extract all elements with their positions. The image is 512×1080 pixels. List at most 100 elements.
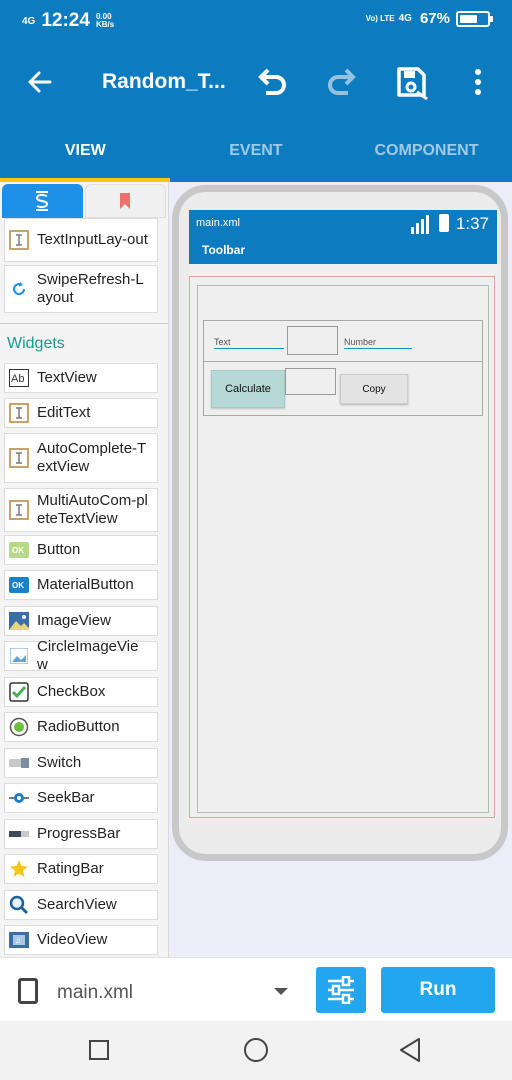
- status-time: 12:24: [41, 10, 90, 31]
- palette-item-seekbar[interactable]: SeekBar: [4, 783, 158, 813]
- palette-item-button[interactable]: OK Button: [4, 535, 158, 565]
- battery-percent: 67%: [419, 10, 450, 27]
- volte-indicator: Vo) LTE: [365, 13, 395, 23]
- palette-item-checkbox[interactable]: CheckBox: [4, 677, 158, 707]
- undo-icon[interactable]: [254, 64, 290, 100]
- signal-icon: [411, 215, 429, 234]
- nav-back-icon[interactable]: [398, 1037, 422, 1063]
- app-title: Random_T...: [102, 70, 226, 93]
- widget-palette[interactable]: TextInputLay-out SwipeRefresh-Layout Wid…: [0, 182, 169, 957]
- palette-item-videoview[interactable]: ♫ VideoView: [4, 925, 158, 955]
- refresh-icon: [9, 279, 29, 299]
- palette-divider: [0, 323, 168, 324]
- battery-icon: [456, 10, 493, 27]
- image-icon: [9, 611, 29, 631]
- tab-component-label: COMPONENT: [374, 142, 479, 159]
- preview-root-layout[interactable]: Text Number Calculate Copy: [189, 276, 495, 818]
- palette-section-title: Widgets: [7, 335, 65, 352]
- app-bar: Random_T...: [0, 44, 512, 120]
- palette-item-label: CheckBox: [37, 683, 106, 700]
- palette-icon: [36, 191, 49, 211]
- progressbar-icon: [9, 824, 29, 844]
- sliders-icon: [328, 976, 354, 1004]
- bookmark-icon: [120, 193, 131, 209]
- preview-text-field[interactable]: Text: [214, 337, 284, 349]
- textinput-icon: [9, 230, 29, 250]
- star-icon: [9, 859, 29, 879]
- checkbox-icon: [9, 682, 29, 702]
- palette-item-ratingbar[interactable]: RatingBar: [4, 854, 158, 884]
- palette-tab-bookmarks[interactable]: [84, 184, 166, 218]
- palette-item-label: Switch: [37, 754, 82, 771]
- preview-battery-icon: [439, 214, 449, 232]
- more-icon[interactable]: [466, 64, 490, 100]
- palette-item-label: RatingBar: [37, 860, 104, 877]
- preview-row-buttons[interactable]: Calculate Copy: [203, 362, 483, 416]
- palette-item-progressbar[interactable]: ProgressBar: [4, 819, 158, 849]
- chevron-down-icon[interactable]: [274, 988, 288, 995]
- palette-item-label: SearchView: [37, 896, 117, 913]
- palette-item-label: MaterialButton: [37, 576, 134, 593]
- edittext-icon: [9, 403, 29, 423]
- textview-icon: Ab: [9, 368, 29, 388]
- video-icon: ♫: [9, 930, 29, 950]
- recents-icon[interactable]: [89, 1040, 109, 1060]
- palette-item-label: SwipeRefresh-Layout: [37, 271, 144, 306]
- preview-status-bar: main.xml 1:37: [189, 210, 497, 236]
- system-nav-bar: [0, 1021, 512, 1080]
- tab-component[interactable]: COMPONENT: [341, 120, 512, 182]
- phone-screen: main.xml 1:37 Toolbar Text Number Calcul…: [189, 210, 497, 820]
- network-indicator: 4G: [22, 15, 36, 27]
- palette-item-label: CircleImageView: [37, 638, 139, 673]
- file-icon: [18, 978, 38, 1004]
- back-icon[interactable]: [22, 64, 58, 100]
- design-canvas[interactable]: main.xml 1:37 Toolbar Text Number Calcul…: [169, 182, 512, 957]
- palette-item-multiautocompletetextview[interactable]: MultiAutoCom-pleteTextView: [4, 488, 158, 532]
- materialbutton-icon: OK: [9, 575, 29, 595]
- palette-item-imageview[interactable]: ImageView: [4, 606, 158, 636]
- palette-item-label: AutoComplete-TextView: [37, 440, 147, 475]
- palette-item-textinputlayout[interactable]: TextInputLay-out: [4, 218, 158, 262]
- preview-inner-layout[interactable]: Text Number Calculate Copy: [197, 285, 489, 813]
- circle-image-icon: [9, 646, 29, 666]
- palette-item-swiperefreshlayout[interactable]: SwipeRefresh-Layout: [4, 265, 158, 313]
- edittext-icon: [9, 448, 29, 468]
- palette-item-circleimageview[interactable]: CircleImageView: [4, 638, 158, 673]
- svg-text:OK: OK: [12, 546, 24, 555]
- redo-icon[interactable]: [324, 64, 360, 100]
- palette-item-edittext[interactable]: EditText: [4, 398, 158, 428]
- palette-item-label: TextInputLay-out: [37, 231, 148, 248]
- preview-empty-view[interactable]: [287, 326, 338, 355]
- radio-icon: [9, 717, 29, 737]
- file-selector[interactable]: main.xml: [57, 982, 133, 1004]
- palette-item-searchview[interactable]: SearchView: [4, 890, 158, 920]
- battery-fill: [460, 14, 478, 23]
- palette-item-label: MultiAutoCom-pleteTextView: [37, 492, 148, 527]
- tab-view[interactable]: VIEW: [0, 120, 171, 182]
- preview-empty-view-2[interactable]: [285, 368, 336, 395]
- tab-event[interactable]: EVENT: [171, 120, 342, 182]
- preview-row-inputs[interactable]: Text Number: [203, 320, 483, 362]
- preview-copy-button[interactable]: Copy: [340, 374, 408, 404]
- palette-item-textview[interactable]: Ab TextView: [4, 363, 158, 393]
- preview-time: 1:37: [455, 214, 489, 233]
- palette-item-materialbutton[interactable]: OK MaterialButton: [4, 570, 158, 600]
- tab-view-label: VIEW: [64, 142, 106, 159]
- run-button[interactable]: Run: [381, 967, 495, 1013]
- network-indicator-2: 4G: [398, 13, 412, 24]
- palette-item-label: VideoView: [37, 931, 108, 948]
- save-icon[interactable]: [393, 64, 429, 100]
- palette-item-switch[interactable]: Switch: [4, 748, 158, 778]
- status-left: 4G 12:24 0.00 KB/s: [22, 10, 118, 32]
- palette-tab-widgets[interactable]: [2, 184, 83, 218]
- network-speed: 0.00 KB/s: [95, 12, 115, 29]
- palette-item-radiobutton[interactable]: RadioButton: [4, 712, 158, 742]
- palette-item-autocompletetextview[interactable]: AutoComplete-TextView: [4, 433, 158, 483]
- properties-button[interactable]: [316, 967, 366, 1013]
- button-icon: OK: [9, 540, 29, 560]
- svg-text:OK: OK: [12, 581, 24, 590]
- preview-calculate-button[interactable]: Calculate: [211, 370, 285, 408]
- home-icon[interactable]: [244, 1038, 268, 1062]
- preview-number-field[interactable]: Number: [344, 337, 412, 349]
- palette-item-label: ImageView: [37, 612, 111, 629]
